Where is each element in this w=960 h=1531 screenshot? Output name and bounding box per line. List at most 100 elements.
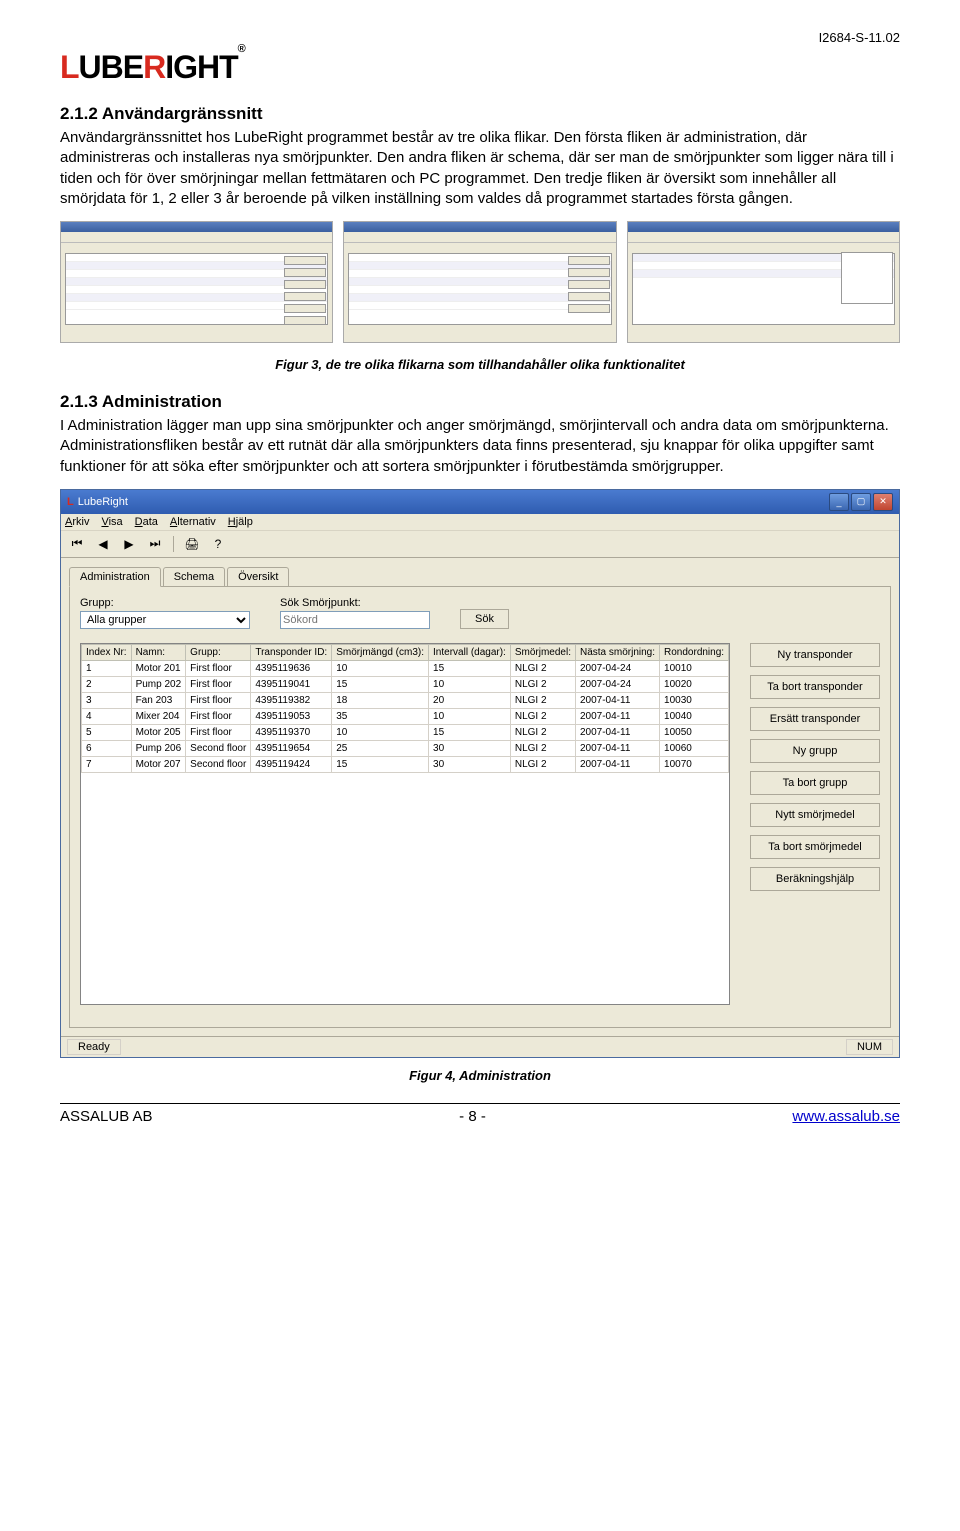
titlebar: L LubeRight _ ▢ ✕ [61, 490, 899, 514]
menu-item[interactable]: Alternativ [170, 516, 216, 528]
tab[interactable]: Översikt [227, 567, 289, 587]
logo: LUBERIGHT® [60, 49, 900, 86]
action-button[interactable]: Nytt smörjmedel [750, 803, 880, 827]
table-cell: 18 [332, 692, 429, 708]
column-header[interactable]: Rondordning: [660, 644, 729, 660]
search-input[interactable] [280, 611, 430, 629]
action-button[interactable]: Ny transponder [750, 643, 880, 667]
column-header[interactable]: Index Nr: [82, 644, 132, 660]
table-cell: 1 [82, 660, 132, 676]
toolbar-button[interactable]: ? [208, 534, 228, 554]
table-cell: 15 [332, 756, 429, 772]
toolbar-separator [173, 536, 174, 552]
toolbar-button[interactable]: ⏮ [67, 534, 87, 554]
table-cell: 6 [82, 740, 132, 756]
toolbar-button[interactable]: ◀ [93, 534, 113, 554]
action-button[interactable]: Ta bort transponder [750, 675, 880, 699]
table-row[interactable]: 6Pump 206Second floor43951196542530NLGI … [82, 740, 729, 756]
document-id: I2684-S-11.02 [60, 30, 900, 45]
table-cell: NLGI 2 [510, 676, 575, 692]
table-cell: 2007-04-11 [575, 692, 659, 708]
table-cell: 2007-04-11 [575, 756, 659, 772]
data-grid[interactable]: Index Nr:Namn:Grupp:Transponder ID:Smörj… [80, 643, 730, 1005]
status-bar: Ready NUM [61, 1036, 899, 1057]
maximize-button[interactable]: ▢ [851, 493, 871, 511]
app-window: L LubeRight _ ▢ ✕ Arkiv Visa Data Alternati… [60, 489, 900, 1058]
table-cell: 30 [429, 756, 511, 772]
table-cell: 10050 [660, 724, 729, 740]
table-cell: 2007-04-24 [575, 660, 659, 676]
table-cell: Fan 203 [131, 692, 186, 708]
logo-reg: ® [238, 43, 245, 55]
column-header[interactable]: Smörjmedel: [510, 644, 575, 660]
table-cell: NLGI 2 [510, 708, 575, 724]
table-cell: 10030 [660, 692, 729, 708]
group-label: Grupp: [80, 597, 250, 609]
table-cell: 15 [332, 676, 429, 692]
figure4-caption: Figur 4, Administration [60, 1068, 900, 1083]
action-button[interactable]: Ersätt transponder [750, 707, 880, 731]
group-select[interactable]: Alla grupper [80, 611, 250, 629]
toolbar-button[interactable]: ▶ [119, 534, 139, 554]
table-cell: First floor [186, 708, 251, 724]
tab[interactable]: Administration [69, 567, 161, 587]
table-row[interactable]: 7Motor 207Second floor43951194241530NLGI… [82, 756, 729, 772]
table-cell: 5 [82, 724, 132, 740]
column-header[interactable]: Nästa smörjning: [575, 644, 659, 660]
app-title: LubeRight [78, 496, 128, 508]
column-header[interactable]: Namn: [131, 644, 186, 660]
table-row[interactable]: 3Fan 203First floor43951193821820NLGI 22… [82, 692, 729, 708]
table-cell: Motor 205 [131, 724, 186, 740]
close-button[interactable]: ✕ [873, 493, 893, 511]
table-cell: 4395119053 [251, 708, 332, 724]
menu-item[interactable]: Data [135, 516, 158, 528]
table-row[interactable]: 4Mixer 204First floor43951190533510NLGI … [82, 708, 729, 724]
footer-link[interactable]: www.assalub.se [792, 1108, 900, 1125]
table-cell: First floor [186, 660, 251, 676]
thumbnail-row [60, 221, 900, 343]
toolbar: ⏮ ◀ ▶ ⏭ 🖨? [61, 531, 899, 558]
column-header[interactable]: Intervall (dagar): [429, 644, 511, 660]
toolbar-button[interactable]: 🖨 [182, 534, 202, 554]
menu-item[interactable]: Arkiv [65, 516, 89, 528]
table-cell: NLGI 2 [510, 660, 575, 676]
table-cell: 2 [82, 676, 132, 692]
action-button[interactable]: Beräkningshjälp [750, 867, 880, 891]
table-row[interactable]: 2Pump 202First floor43951190411510NLGI 2… [82, 676, 729, 692]
menu-item[interactable]: Visa [101, 516, 122, 528]
search-button[interactable]: Sök [460, 609, 509, 629]
table-cell: NLGI 2 [510, 692, 575, 708]
table-cell: 2007-04-11 [575, 740, 659, 756]
table-cell: 4395119041 [251, 676, 332, 692]
menu-item[interactable]: Hjälp [228, 516, 253, 528]
toolbar-button[interactable]: ⏭ [145, 534, 165, 554]
minimize-button[interactable]: _ [829, 493, 849, 511]
column-header[interactable]: Smörjmängd (cm3): [332, 644, 429, 660]
table-cell: Second floor [186, 740, 251, 756]
table-cell: 10010 [660, 660, 729, 676]
action-button[interactable]: Ta bort smörjmedel [750, 835, 880, 859]
table-cell: 30 [429, 740, 511, 756]
app-icon: L [67, 496, 74, 508]
column-header[interactable]: Grupp: [186, 644, 251, 660]
table-cell: 10020 [660, 676, 729, 692]
table-row[interactable]: 5Motor 205First floor43951193701015NLGI … [82, 724, 729, 740]
side-button-column: Ny transponder Ta bort transponder Ersätt … [750, 643, 880, 1005]
status-right: NUM [846, 1039, 893, 1055]
action-button[interactable]: Ta bort grupp [750, 771, 880, 795]
table-cell: Pump 206 [131, 740, 186, 756]
table-cell: First floor [186, 676, 251, 692]
action-button[interactable]: Ny grupp [750, 739, 880, 763]
table-cell: 4395119654 [251, 740, 332, 756]
table-cell: 4395119424 [251, 756, 332, 772]
table-cell: 10 [429, 676, 511, 692]
table-cell: First floor [186, 692, 251, 708]
table-cell: 4 [82, 708, 132, 724]
logo-ight: IGHT [165, 49, 237, 85]
table-cell: 4395119636 [251, 660, 332, 676]
table-row[interactable]: 1Motor 201First floor43951196361015NLGI … [82, 660, 729, 676]
page-footer: ASSALUB AB - 8 - www.assalub.se [60, 1103, 900, 1125]
column-header[interactable]: Transponder ID: [251, 644, 332, 660]
tab[interactable]: Schema [163, 567, 225, 587]
table-cell: 10070 [660, 756, 729, 772]
